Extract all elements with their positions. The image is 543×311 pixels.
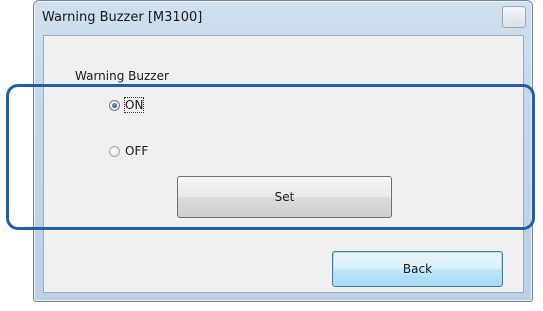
back-button[interactable]: Back — [332, 251, 503, 287]
screenshot-stage: Warning Buzzer [M3100] Warning Buzzer ON… — [0, 0, 543, 311]
radio-on-label: ON — [123, 97, 145, 113]
radio-option-on[interactable]: ON — [109, 97, 145, 113]
warning-buzzer-label: Warning Buzzer — [75, 69, 169, 83]
dialog-window: Warning Buzzer [M3100] Warning Buzzer ON… — [33, 0, 533, 302]
radio-off-label: OFF — [125, 144, 149, 158]
title-bar: Warning Buzzer [M3100] — [34, 1, 532, 35]
radio-on-icon[interactable] — [109, 99, 120, 111]
window-title: Warning Buzzer [M3100] — [42, 10, 203, 25]
close-button[interactable] — [502, 6, 526, 28]
radio-option-off[interactable]: OFF — [109, 144, 148, 158]
set-button[interactable]: Set — [177, 176, 392, 218]
radio-off-icon[interactable] — [109, 145, 120, 157]
dialog-client-area: Warning Buzzer ON OFF Set Back — [43, 35, 524, 293]
